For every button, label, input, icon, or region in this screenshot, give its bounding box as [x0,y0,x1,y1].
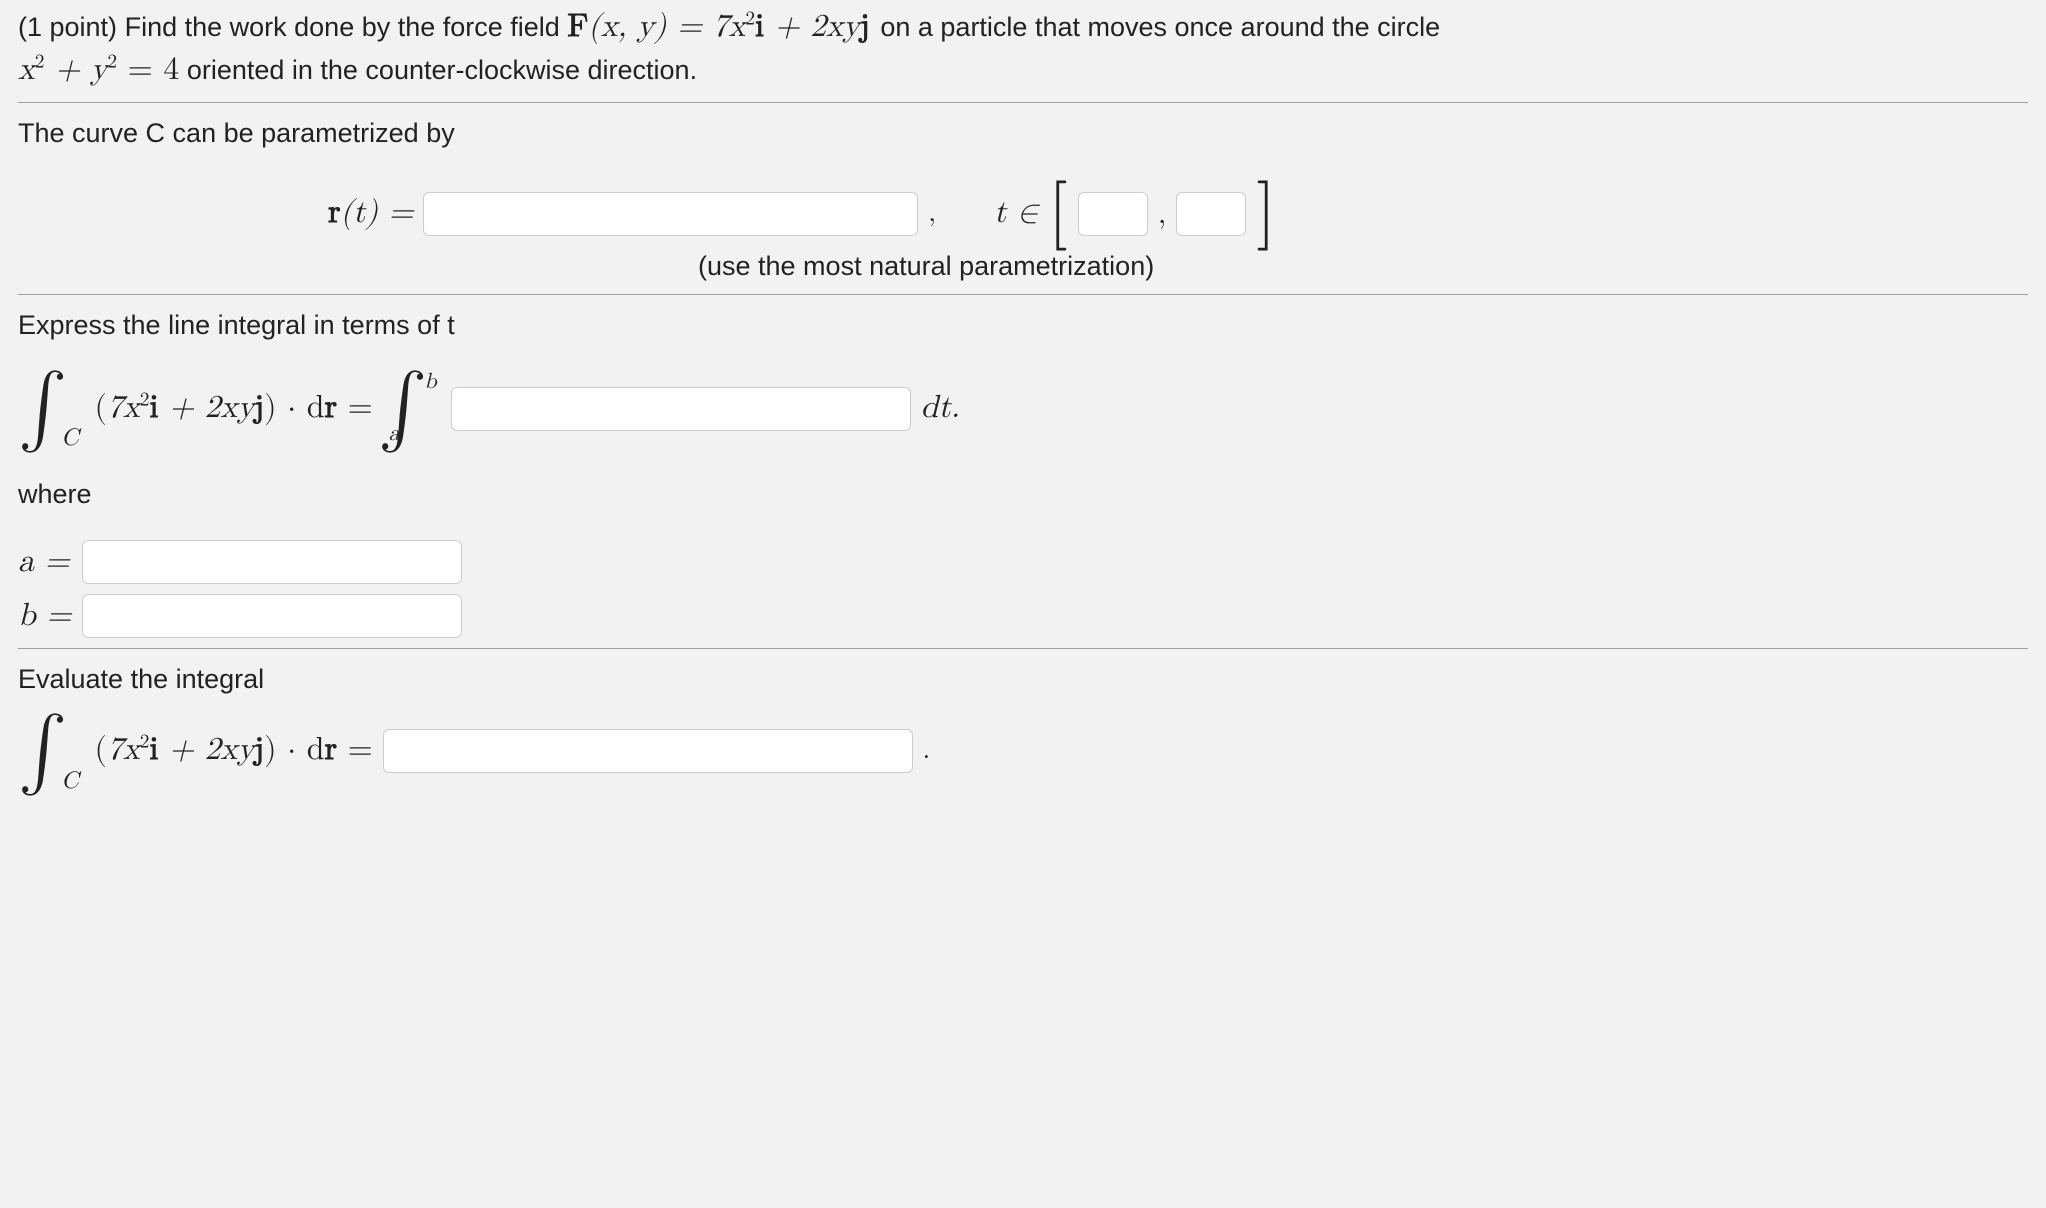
question-intro: (1 point) Find the work done by the forc… [18,6,2028,92]
where-label: where [18,476,2028,512]
eq1: = [337,392,373,424]
integrand-input[interactable] [451,387,911,431]
final-dot: . [923,733,931,769]
a-label: a = [18,541,72,584]
r-label: r [328,197,341,229]
t-in-label: t ∈ [994,192,1038,235]
po2: ( [95,734,107,766]
integral-ab: ∫ b a [383,370,423,448]
integrand-2: (7x2i + 2xyj) · dr = [95,729,373,772]
f-plus: + 2xy [764,11,860,43]
sup-2-b: 2 [35,53,45,72]
dr-r-2: r [325,734,338,766]
intro-text-2: on a particle that moves once around the… [880,12,1440,42]
pc1: ) [264,392,276,424]
eq2: = [337,734,373,766]
circle-eq: = 4 [117,54,179,86]
plus-2xy-b: + 2xy [158,734,254,766]
po1: ( [95,392,107,424]
t-lower-input[interactable] [1078,192,1148,236]
parametrize-heading: The curve C can be parametrized by [18,115,2028,151]
sup-2-a: 2 [746,9,756,28]
pc2: ) [264,734,276,766]
integrand-1: (7x2i + 2xyj) · dr = [95,387,373,430]
divider [18,294,2028,295]
b-input[interactable] [82,594,462,638]
unit-i: i [755,11,764,43]
open-bracket-icon: [ [1048,184,1067,240]
sup-2-e: 2 [140,733,150,752]
seven-x2: 7x [107,392,140,424]
result-input[interactable] [383,729,913,773]
intro-text-1: Find the work done by the force field [125,12,560,42]
comma-2: , [1158,194,1166,235]
circle-x: x [18,54,35,86]
line-integral-heading: Express the line integral in terms of t [18,307,2028,343]
sup-2-d: 2 [140,390,150,409]
line-integral-row: ∫ C (7x2i + 2xyj) · dr = ∫ b a dt. [18,370,2028,448]
heading-text-3: Evaluate the integral [18,664,264,694]
integral-icon: ∫ [18,375,67,442]
unit-j: j [860,11,870,43]
integral-sub-C: C [61,422,78,454]
divider [18,102,2028,103]
dr-r: r [325,392,338,424]
plus-2xy: + 2xy [158,392,254,424]
r-of-t-input[interactable] [423,192,918,236]
unit-j-3: j [254,734,264,766]
divider [18,648,2028,649]
sup-2-c: 2 [108,53,118,72]
t-upper-input[interactable] [1176,192,1246,236]
integral-icon-3: ∫ [18,718,67,785]
integral-sub-C-2: C [61,765,78,797]
orientation-text: oriented in the counter-clockwise direct… [187,55,697,85]
dt-label: dt. [921,387,960,430]
close-bracket-icon: ] [1256,184,1275,240]
b-row: b = [18,594,2028,638]
comma-1: , [928,196,936,232]
a-row: a = [18,540,2028,584]
points-label: (1 point) [18,12,117,42]
integral-sub-a: a [389,420,400,450]
evaluate-heading: Evaluate the integral [18,661,2028,697]
param-hint-row: (use the most natural parametrization) [18,248,2028,284]
integral-icon-2: ∫ [378,375,427,442]
unit-j-2: j [254,392,264,424]
f-args: (x, y) = 7x [588,11,745,43]
integral-C: ∫ C [18,375,85,442]
circle-plus: + y [45,54,108,86]
b-label: b = [18,595,72,638]
heading-text-2: Express the line integral in terms of t [18,310,455,340]
heading-text-1: The curve C can be parametrized by [18,118,455,148]
a-input[interactable] [82,540,462,584]
param-hint: (use the most natural parametrization) [698,248,1154,284]
dot-dr-2: · d [277,734,325,766]
vector-F: F [567,11,588,43]
r-arg: (t) = [341,197,414,229]
integral-C-2: ∫ C [18,718,85,785]
parametrize-row: r(t) = , t ∈ [ , ] [18,186,2028,242]
seven-x2-b: 7x [107,734,140,766]
integral-sup-b: b [424,368,436,398]
evaluate-row: ∫ C (7x2i + 2xyj) · dr = . [18,718,2028,785]
dot-dr: · d [277,392,325,424]
